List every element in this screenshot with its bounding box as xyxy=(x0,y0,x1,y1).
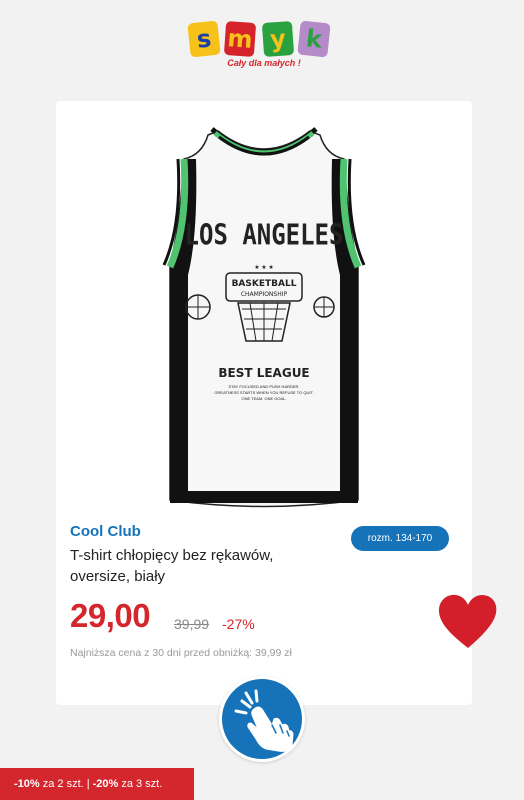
product-card[interactable]: LOS ANGELES ★ ★ ★ BASKETBALL CHAMPIONSHI… xyxy=(56,101,472,705)
logo-letter-m: m xyxy=(223,20,257,58)
print-small-2: GREATNESS STARTS WHEN YOU REFUSE TO QUIT… xyxy=(214,390,313,395)
promo-banner[interactable]: -10% za 2 szt. | -20% za 3 szt. xyxy=(0,768,194,800)
discount-percent: -27% xyxy=(222,616,255,632)
print-stars: ★ ★ ★ xyxy=(254,264,273,271)
logo-letter-s: s xyxy=(187,20,221,58)
size-badge: rozm. 134-170 xyxy=(351,526,449,551)
print-small-3: ONE TEAM. ONE GOAL. xyxy=(241,396,286,401)
logo-tagline: Cały dla małych ! xyxy=(227,58,301,68)
old-price: 39,99 xyxy=(174,616,210,632)
shirt-hem xyxy=(170,491,358,503)
promo-discount-1: -10% xyxy=(14,778,40,790)
promo-text-2: za 3 szt. xyxy=(121,778,163,790)
print-subhead: BEST LEAGUE xyxy=(218,366,309,380)
hand-tap-icon xyxy=(234,689,294,752)
promo-discount-2: -20% xyxy=(92,778,119,790)
promo-text-1: za 2 szt. xyxy=(42,778,84,790)
print-badge-line1: BASKETBALL xyxy=(232,279,297,289)
product-brand[interactable]: Cool Club xyxy=(70,523,141,540)
heart-icon[interactable] xyxy=(436,592,500,650)
logo-letter-k: k xyxy=(297,20,331,58)
smyk-logo[interactable]: s m y k Cały dla małych ! xyxy=(187,20,335,74)
print-small-1: STAY FOCUSED AND PUSH HARDER. xyxy=(228,384,299,389)
print-headline: LOS ANGELES xyxy=(185,219,344,253)
product-image[interactable]: LOS ANGELES ★ ★ ★ BASKETBALL CHAMPIONSHI… xyxy=(126,115,402,513)
tap-button[interactable] xyxy=(219,676,305,762)
promo-separator: | xyxy=(86,778,90,790)
print-badge-line2: CHAMPIONSHIP xyxy=(241,291,288,298)
product-name[interactable]: T-shirt chłopięcy bez rękawów, oversize,… xyxy=(70,545,300,587)
logo-letter-y: y xyxy=(261,20,295,58)
current-price: 29,00 xyxy=(70,597,151,634)
lowest-price-note: Najniższa cena z 30 dni przed obniżką: 3… xyxy=(70,647,292,659)
